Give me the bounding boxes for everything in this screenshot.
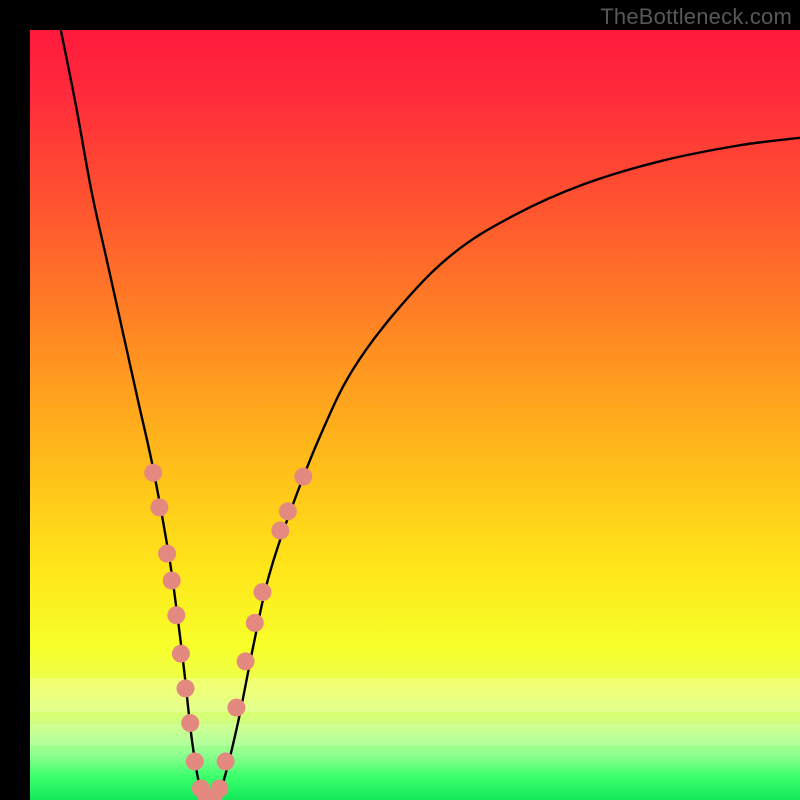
bottleneck-curve (61, 30, 800, 800)
watermark-text: TheBottleneck.com (600, 4, 792, 30)
highlight-dot (186, 753, 204, 771)
plot-area (30, 30, 800, 800)
highlight-dot (181, 714, 199, 732)
highlight-dot (237, 652, 255, 670)
highlight-dot (217, 753, 235, 771)
highlight-dot (158, 545, 176, 563)
highlight-dot (167, 606, 185, 624)
highlight-dot (279, 502, 297, 520)
highlight-dot (163, 572, 181, 590)
highlight-dot (177, 679, 195, 697)
highlight-dot (294, 468, 312, 486)
highlight-dot (254, 583, 272, 601)
highlight-dot (227, 699, 245, 717)
chart-svg (30, 30, 800, 800)
highlight-dot (144, 464, 162, 482)
highlight-dot (210, 780, 228, 798)
highlight-dots (144, 464, 312, 800)
highlight-dot (150, 498, 168, 516)
highlight-dot (246, 614, 264, 632)
highlight-dot (172, 645, 190, 663)
highlight-dot (271, 522, 289, 540)
chart-frame: TheBottleneck.com (0, 0, 800, 800)
